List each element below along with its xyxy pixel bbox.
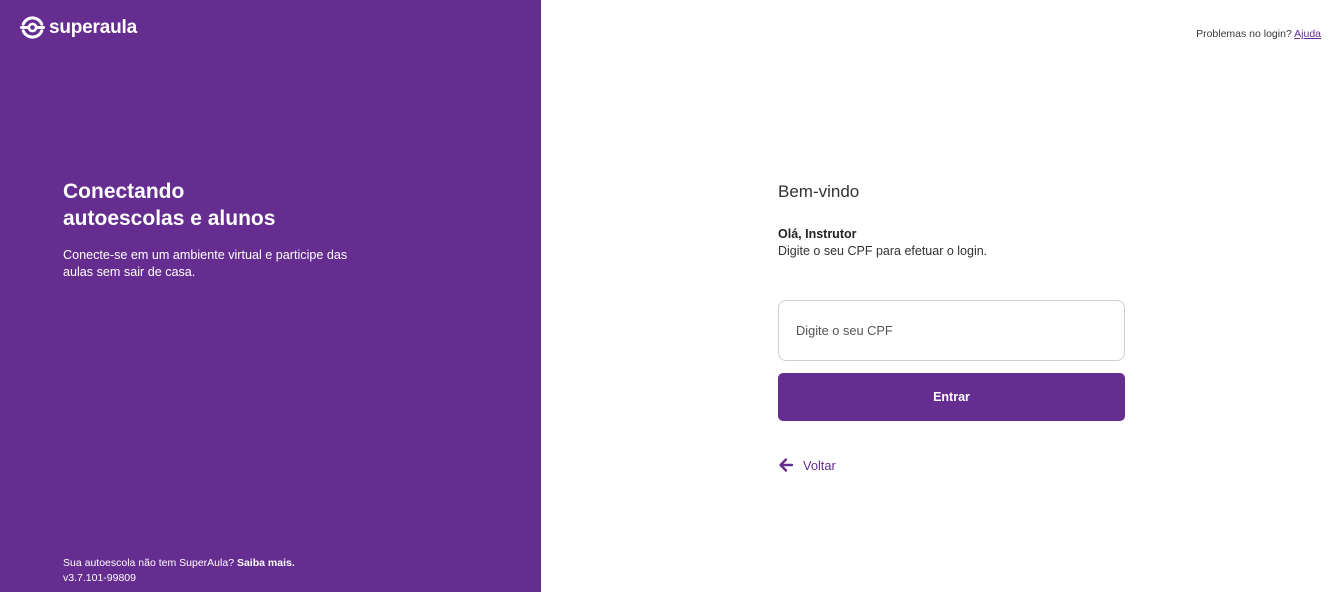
brand-logo[interactable]: superaula — [20, 15, 137, 40]
hero-headline: Conectando autoescolas e alunos — [63, 178, 275, 232]
hero-headline-line2: autoescolas e alunos — [63, 207, 276, 230]
superaula-logo-icon — [20, 15, 45, 40]
back-link[interactable]: Voltar — [778, 457, 836, 473]
arrow-left-icon — [778, 457, 794, 473]
welcome-title: Bem-vindo — [778, 182, 860, 201]
enter-button[interactable]: Entrar — [778, 373, 1125, 421]
learn-more-link[interactable]: Saiba mais. — [237, 557, 295, 569]
login-panel: Problemas no login? Ajuda Bem-vindo Olá,… — [541, 0, 1330, 592]
help-link[interactable]: Ajuda — [1294, 28, 1321, 40]
brand-name: superaula — [49, 17, 137, 38]
version-label: v3.7.101-99809 — [63, 572, 136, 584]
brand-footer: Sua autoescola não tem SuperAula? Saiba … — [63, 556, 295, 586]
login-form: Bem-vindo Olá, Instrutor Digite o seu CP… — [778, 180, 1125, 473]
login-page: superaula Conectando autoescolas e aluno… — [0, 0, 1330, 592]
footer-text: Sua autoescola não tem SuperAula? — [63, 557, 235, 569]
back-label: Voltar — [803, 457, 836, 473]
help-area: Problemas no login? Ajuda — [1196, 28, 1321, 40]
hero-description: Conecte-se em um ambiente virtual e part… — [63, 248, 348, 279]
instruction-text: Digite o seu CPF para efetuar o login. — [778, 244, 988, 258]
hero-headline-line1: Conectando — [63, 180, 185, 203]
help-text: Problemas no login? — [1196, 28, 1292, 40]
cpf-input[interactable] — [778, 300, 1125, 361]
brand-panel: superaula Conectando autoescolas e aluno… — [0, 0, 541, 592]
greeting-text: Olá, Instrutor — [778, 227, 857, 241]
